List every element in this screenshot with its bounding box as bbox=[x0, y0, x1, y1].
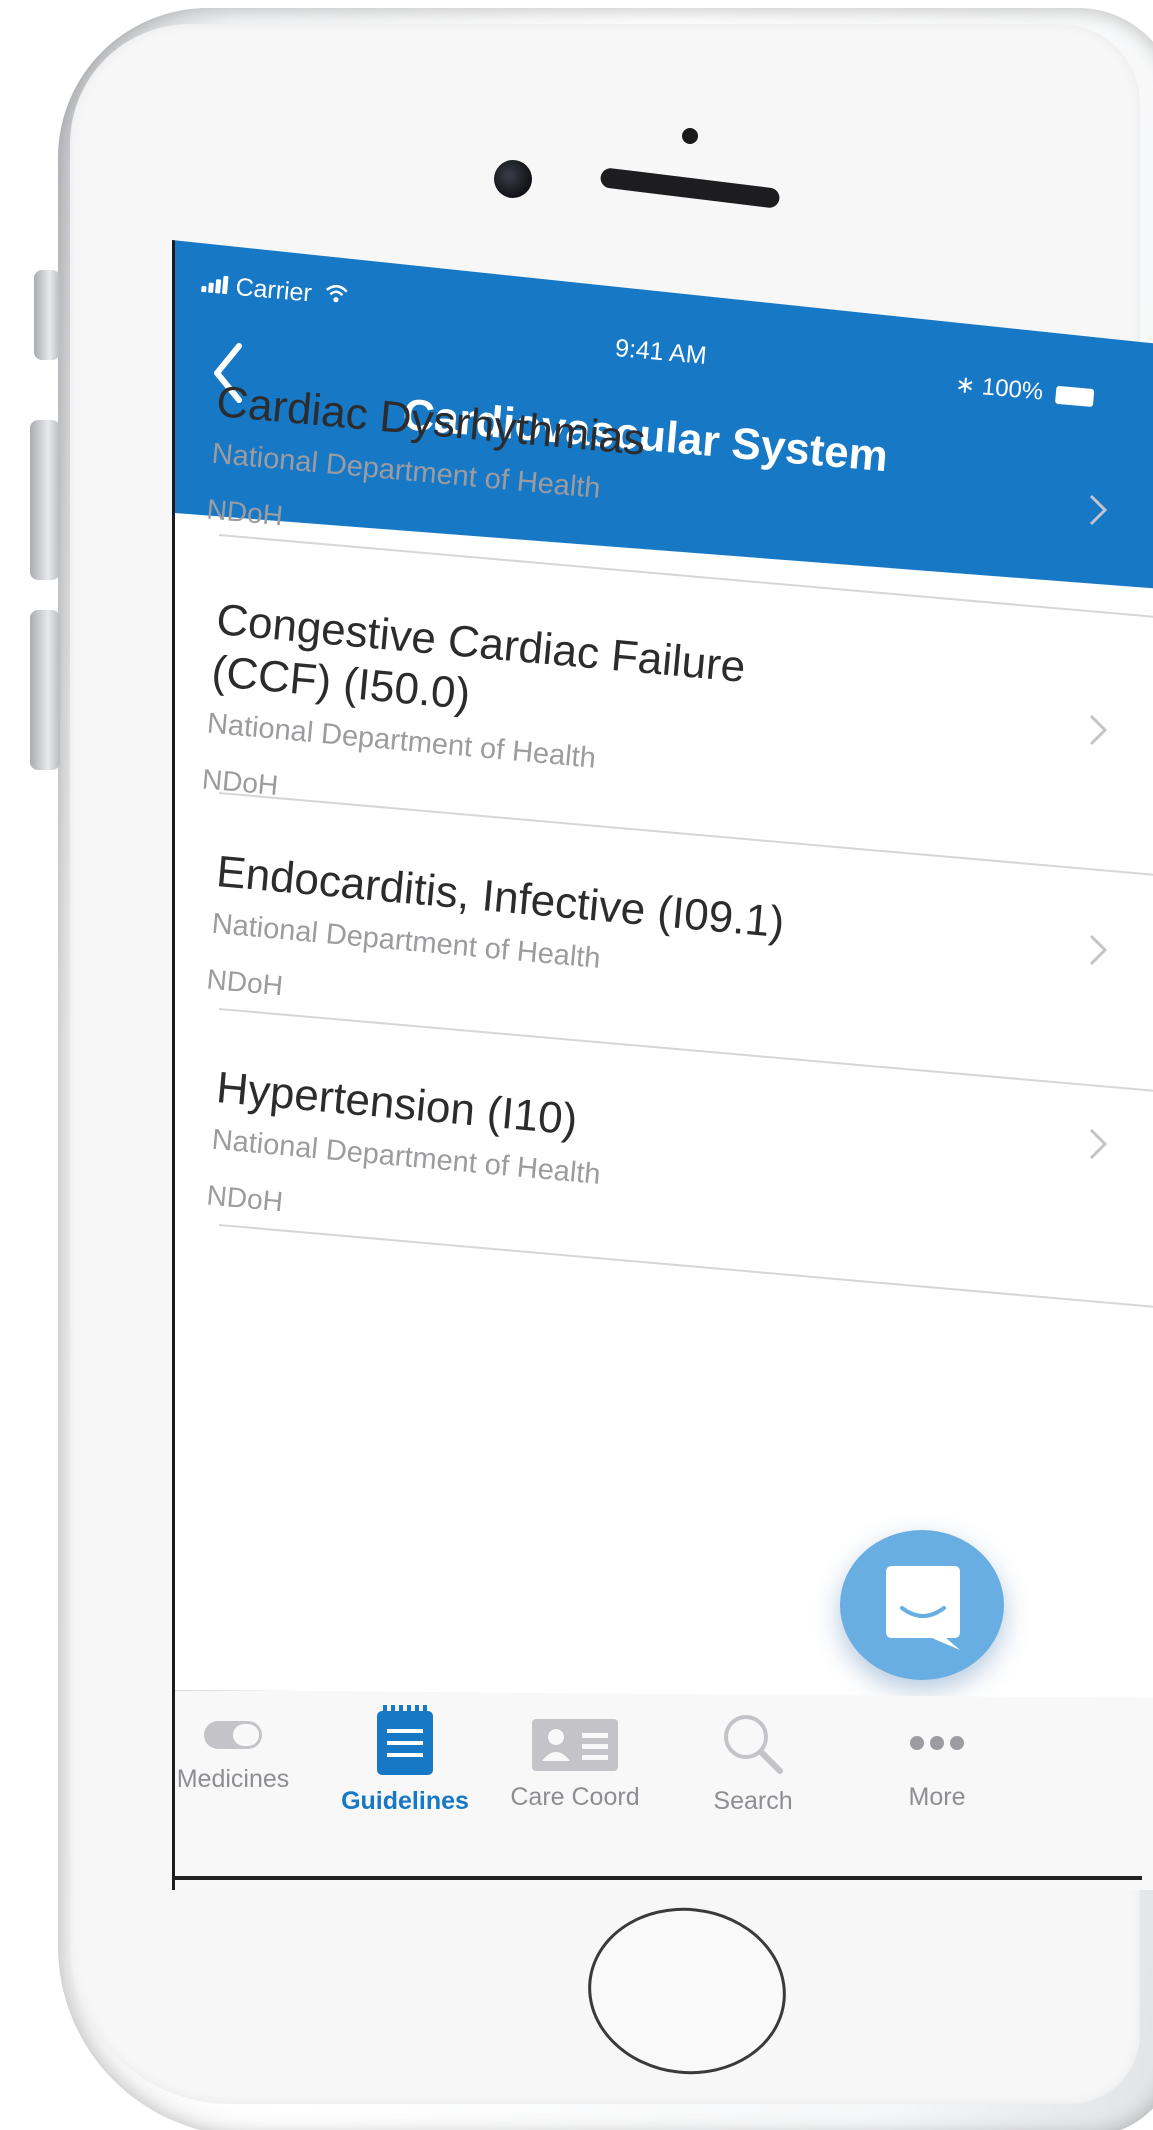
tab-bar: Medicines Guidelines Care Coord Search M… bbox=[175, 1690, 1153, 1890]
tab-label: Search bbox=[713, 1787, 793, 1815]
tab-guidelines[interactable]: Guidelines bbox=[325, 1705, 485, 1816]
carrier-label: Carrier bbox=[234, 272, 313, 308]
tab-medicines[interactable]: Medicines bbox=[175, 1715, 313, 1794]
id-card-icon bbox=[532, 1719, 618, 1771]
tab-more[interactable]: More bbox=[857, 1733, 1017, 1812]
chat-bubble-icon bbox=[886, 1566, 960, 1650]
ellipsis-icon bbox=[910, 1736, 964, 1750]
chat-button[interactable] bbox=[840, 1530, 1004, 1680]
signal-icon bbox=[200, 270, 230, 301]
chevron-right-icon bbox=[1087, 490, 1109, 530]
chevron-right-icon bbox=[1087, 710, 1109, 750]
mute-switch bbox=[34, 270, 60, 360]
chevron-right-icon bbox=[1087, 1124, 1109, 1164]
front-camera bbox=[494, 160, 532, 198]
chevron-right-icon bbox=[1087, 930, 1109, 970]
pill-icon bbox=[204, 1721, 262, 1749]
tab-label: More bbox=[908, 1783, 966, 1811]
search-icon bbox=[724, 1715, 783, 1774]
device-stage: Carrier 9:41 AM ∗ 100% Cardiovascular Sy… bbox=[0, 0, 1153, 2130]
volume-down-button bbox=[30, 610, 60, 770]
notepad-icon bbox=[377, 1705, 433, 1775]
volume-up-button bbox=[30, 420, 60, 580]
tab-label: Care Coord bbox=[510, 1783, 640, 1811]
tab-label: Guidelines bbox=[341, 1787, 469, 1815]
tab-search[interactable]: Search bbox=[673, 1711, 833, 1816]
tab-care-coord[interactable]: Care Coord bbox=[495, 1717, 655, 1812]
screen-bezel-edge bbox=[172, 1876, 1142, 1880]
tab-label: Medicines bbox=[176, 1765, 290, 1793]
proximity-sensor bbox=[682, 128, 698, 144]
list-item-hypertension[interactable]: Hypertension (I10) National Department o… bbox=[175, 1058, 1153, 1318]
app-screen: Carrier 9:41 AM ∗ 100% Cardiovascular Sy… bbox=[172, 240, 1153, 1890]
wifi-icon bbox=[323, 281, 349, 312]
